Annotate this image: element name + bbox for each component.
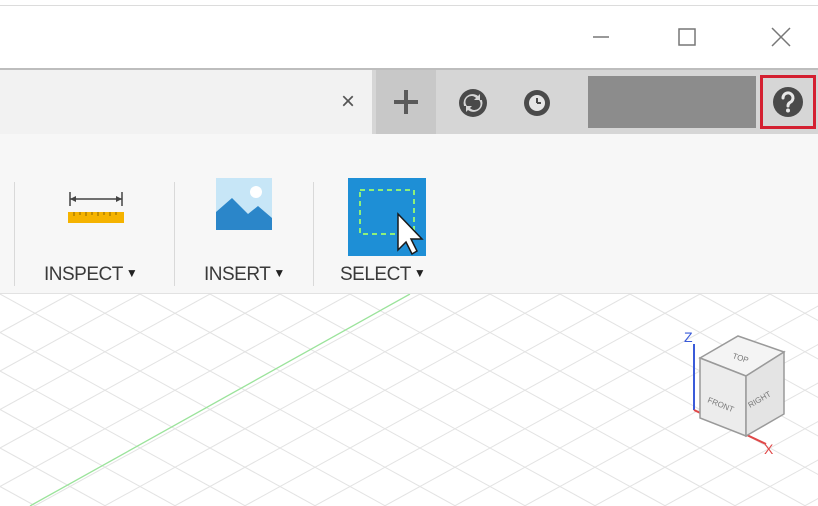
inspect-tool-button[interactable]: INSPECT ▼ [40,174,150,292]
new-tab-icon [394,90,418,114]
document-tab[interactable]: × [0,70,372,134]
toolbar-divider [313,182,314,286]
help-button[interactable] [760,75,816,129]
user-account-button[interactable] [588,76,756,128]
document-tab-bar: × [0,68,818,134]
maximize-icon [678,28,696,46]
view-cube[interactable]: Z X TOP FRONT RIGHT [680,322,804,462]
chevron-down-icon: ▼ [273,266,285,280]
design-toolbar: INSPECT ▼ INSERT ▼ SELECT ▼ [0,134,818,294]
minimize-button[interactable] [586,22,616,52]
select-label: SELECT ▼ [340,264,426,285]
maximize-button[interactable] [672,22,702,52]
toolbar-divider [14,182,15,286]
new-tab-button[interactable] [376,70,436,134]
chevron-down-icon: ▼ [125,266,138,280]
inspect-label: INSPECT ▼ [44,264,138,285]
toolbar-divider [174,182,175,286]
window-title-bar [0,0,818,68]
close-tab-icon: × [340,88,355,115]
insert-image-icon [216,178,272,230]
job-status-icon [459,89,487,117]
minimize-icon [593,36,609,38]
close-icon [771,27,791,47]
insert-label: INSERT ▼ [204,264,285,285]
chevron-down-icon: ▼ [413,266,426,280]
view-cube-icon: Z X TOP FRONT RIGHT [684,329,786,457]
close-window-button[interactable] [766,22,796,52]
axis-x-label: X [764,441,774,457]
recent-icon [524,90,550,116]
select-tool-button[interactable]: SELECT ▼ [336,174,446,292]
axis-z-label: Z [684,329,693,345]
measure-ruler-icon [68,192,124,223]
select-cursor-icon [348,178,426,256]
help-icon [773,87,803,117]
recent-activity-button[interactable] [520,86,554,120]
job-status-button[interactable] [456,86,490,120]
insert-tool-button[interactable]: INSERT ▼ [196,174,306,292]
close-tab-button[interactable]: × [334,88,362,116]
title-bar-top-divider [0,5,818,6]
